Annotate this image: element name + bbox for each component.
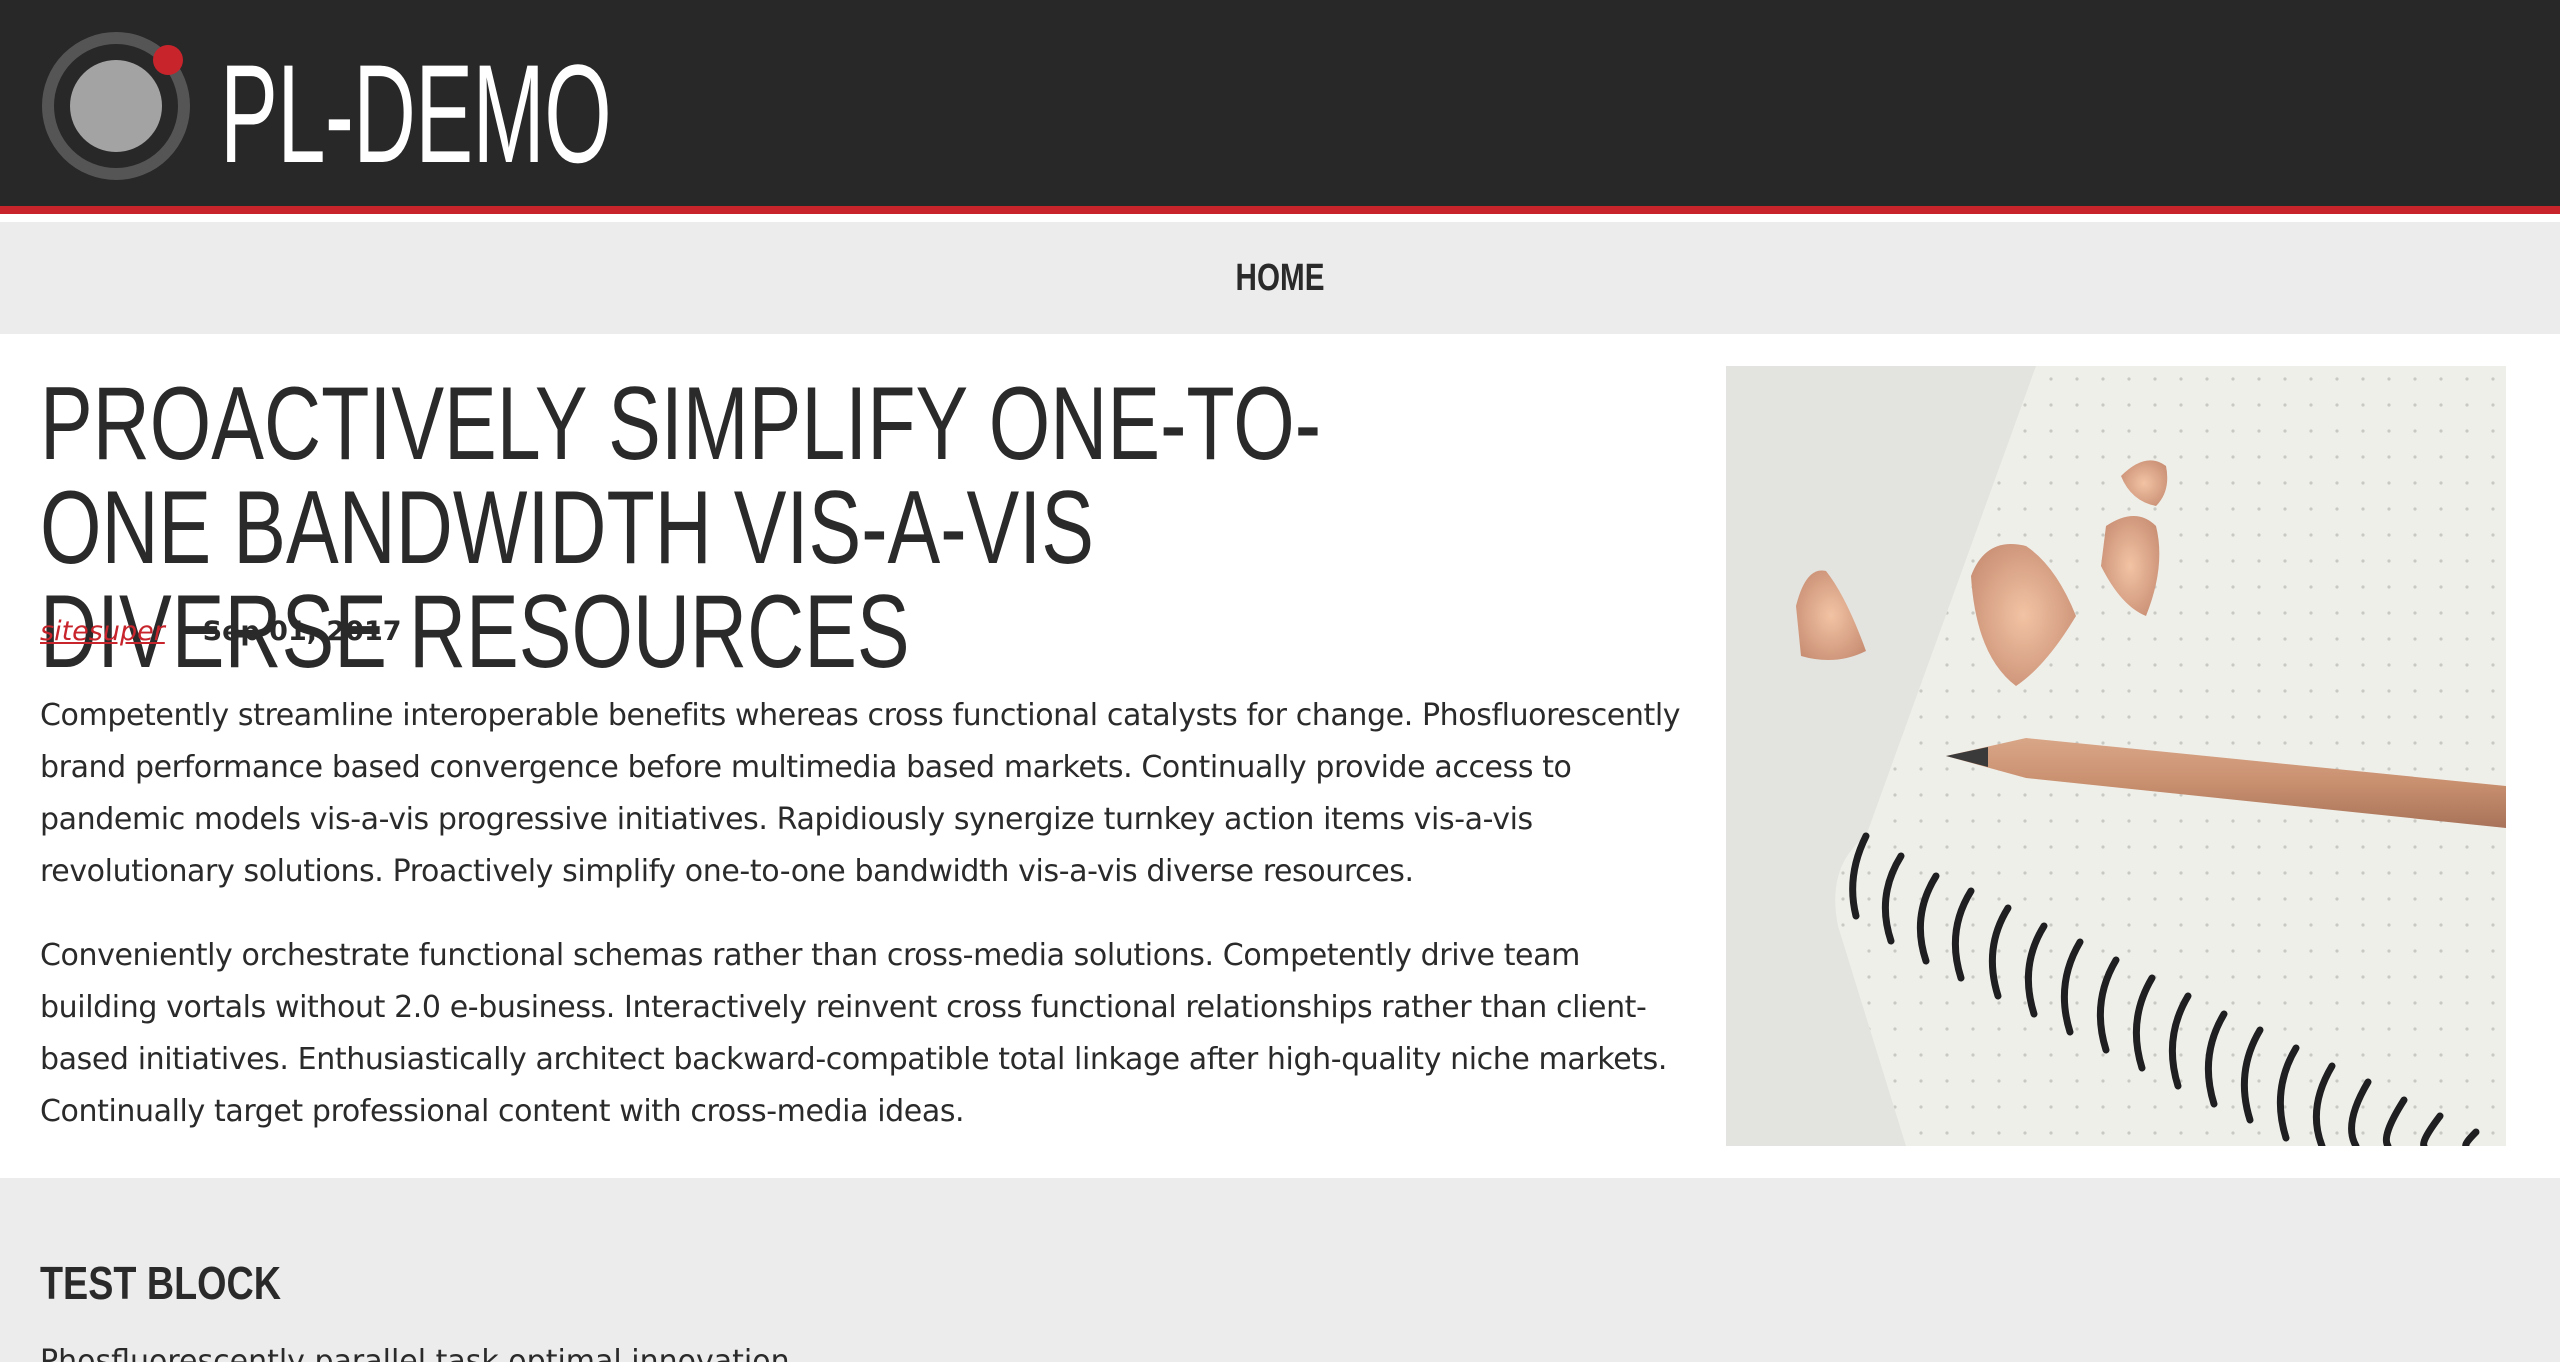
site-title: PL-DEMO (220, 35, 612, 192)
article-paragraph: Competently streamline interoperable ben… (40, 698, 1681, 889)
record-dot-icon (42, 32, 190, 180)
main-nav: HOME (0, 222, 2560, 334)
article-image (1726, 366, 2506, 1146)
site-header: PL-DEMO (0, 0, 2560, 214)
article-paragraph: Conveniently orchestrate functional sche… (40, 938, 1667, 1129)
test-block-heading: TEST BLOCK (40, 1257, 281, 1309)
meta-separator: | (178, 616, 189, 647)
article-meta: sitesuper | Sep 01, 2017 (40, 614, 402, 650)
notebook-pencil-illustration (1726, 366, 2506, 1146)
article-date: Sep 01, 2017 (202, 616, 402, 647)
test-block-text: Phosfluorescently parallel task optimal … (40, 1344, 790, 1362)
nav-item-home[interactable]: HOME (1202, 258, 1358, 298)
author-link[interactable]: sitesuper (40, 616, 165, 647)
test-block: TEST BLOCK Phosfluorescently parallel ta… (0, 1178, 2560, 1362)
article: PROACTIVELY SIMPLIFY ONE-TO-ONE BANDWIDT… (0, 334, 2560, 1178)
